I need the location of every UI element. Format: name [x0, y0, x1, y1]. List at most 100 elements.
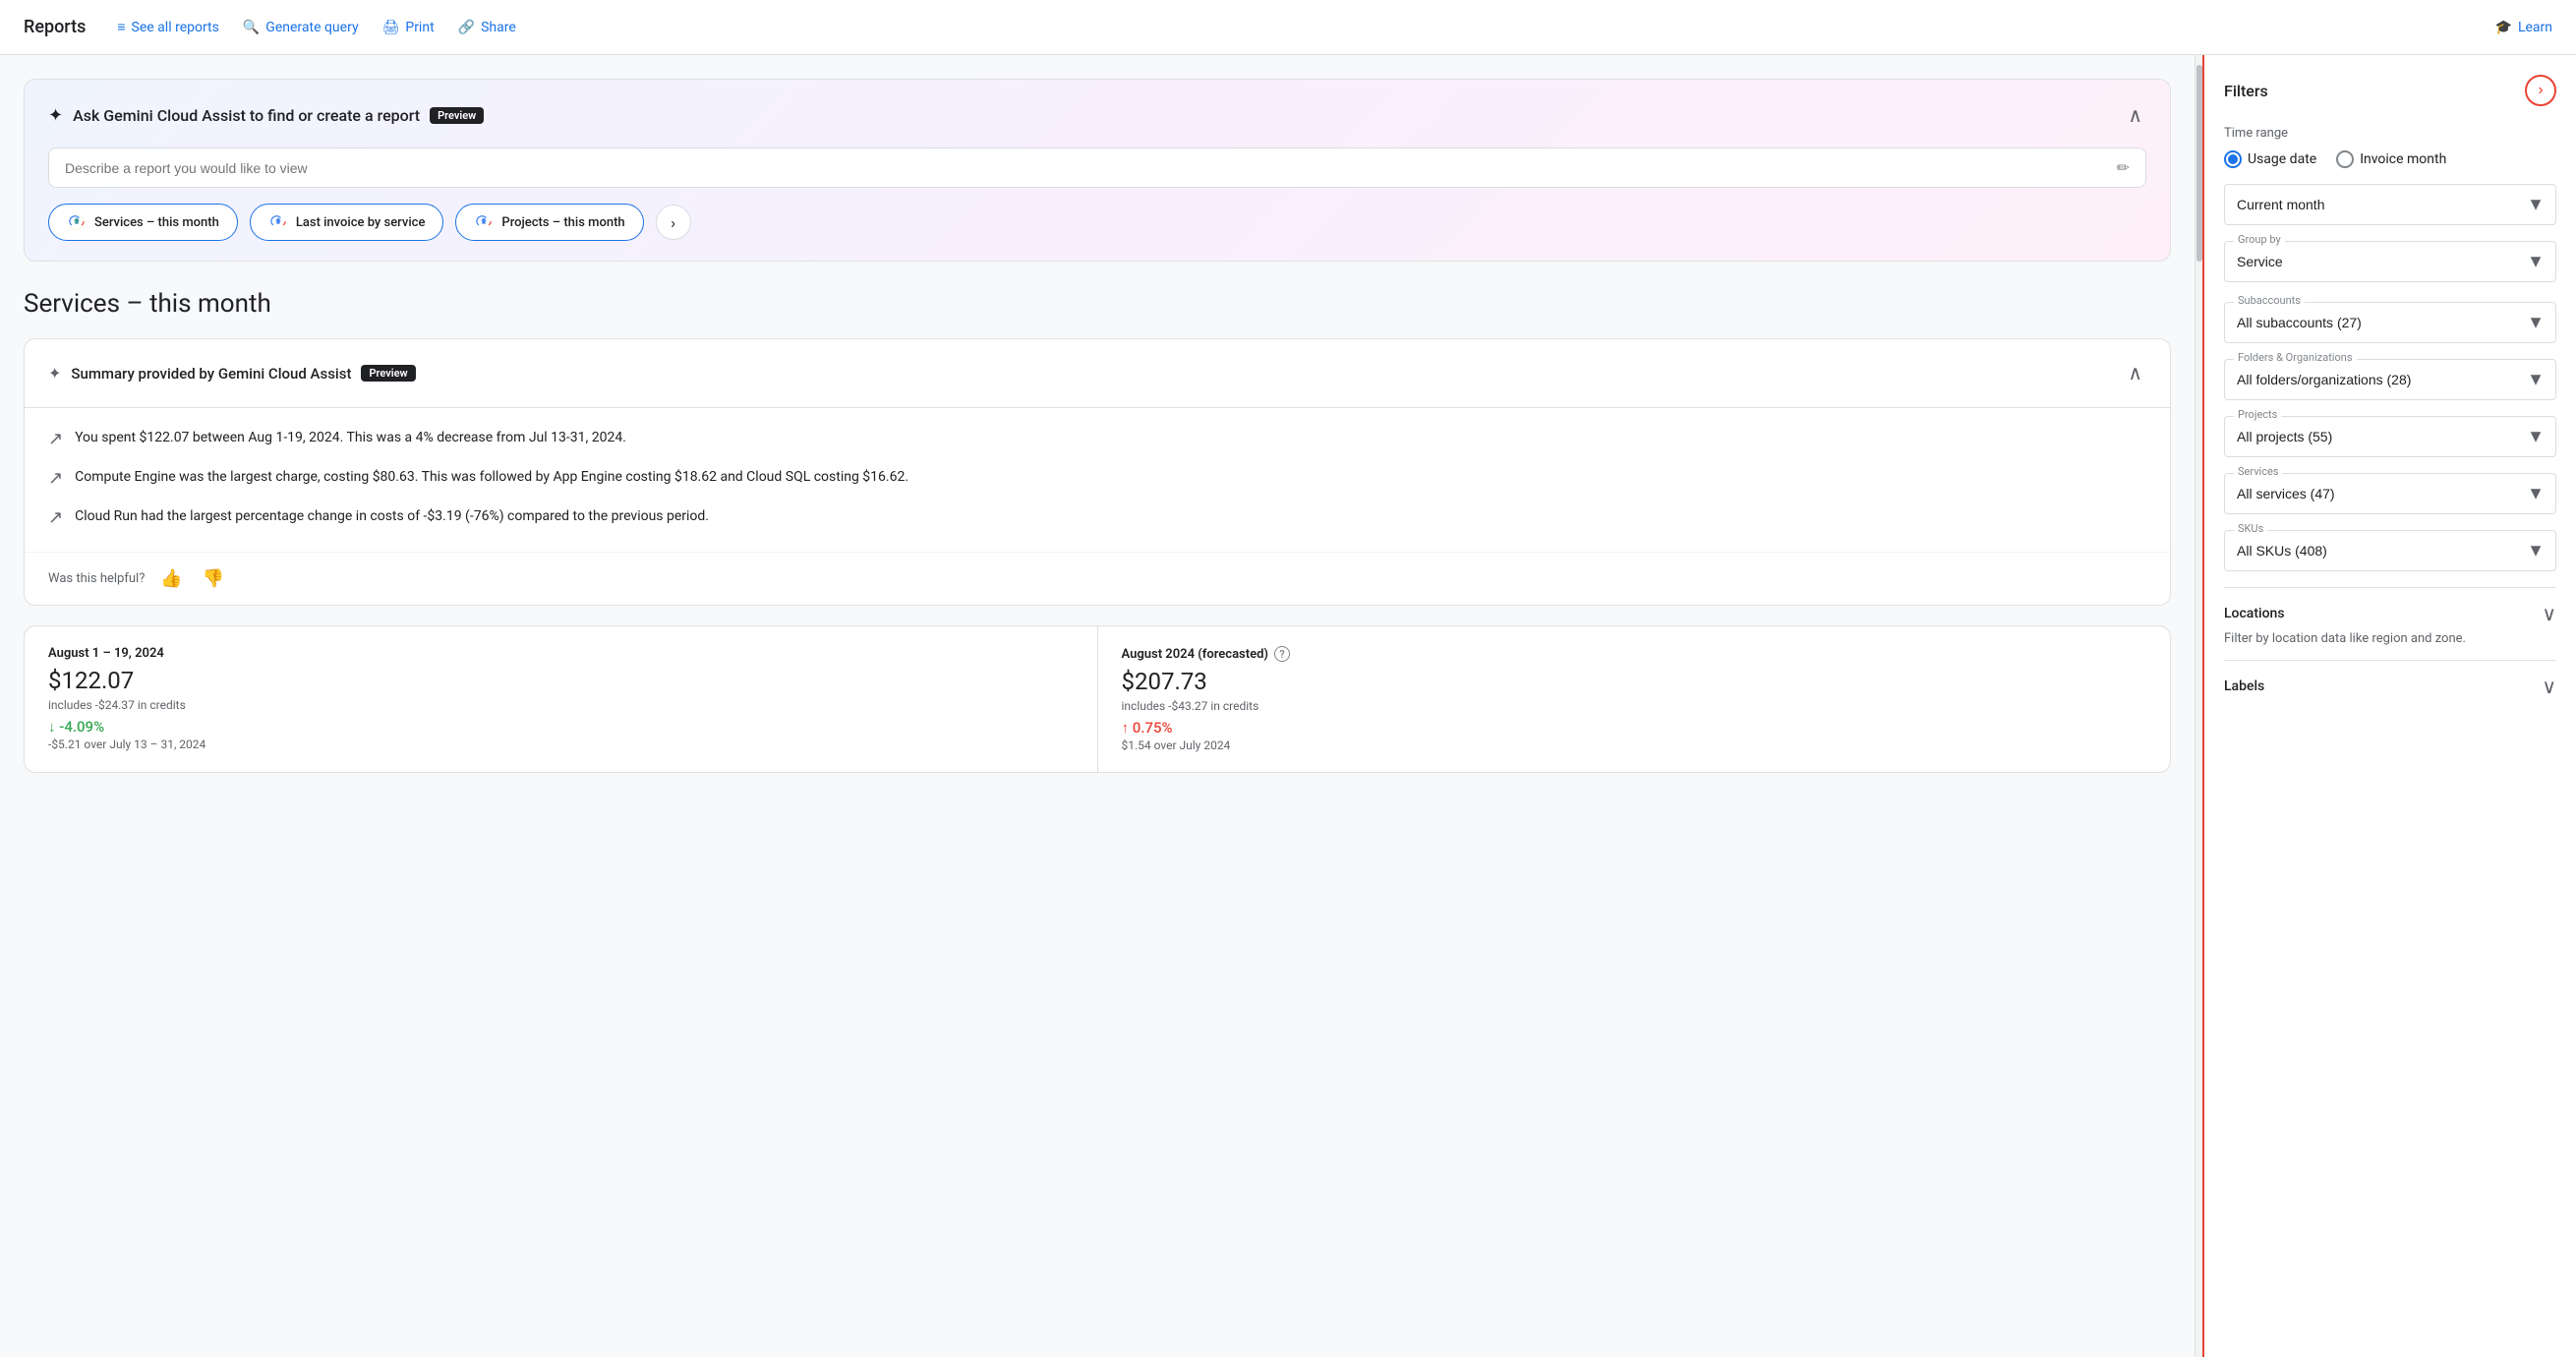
- group-by-select[interactable]: Service: [2224, 241, 2556, 282]
- time-range-label: Time range: [2224, 126, 2556, 141]
- learn-link[interactable]: 🎓 Learn: [2495, 20, 2553, 35]
- gemini-banner-header: ✦ Ask Gemini Cloud Assist to find or cre…: [48, 99, 2146, 132]
- trend-icon-3: ↗: [48, 507, 63, 528]
- stat-credits-right: includes -$43.27 in credits: [1122, 699, 2147, 713]
- gemini-banner-title: ✦ Ask Gemini Cloud Assist to find or cre…: [48, 105, 484, 126]
- print-icon: 🖨: [382, 20, 400, 35]
- projects-select[interactable]: All projects (55): [2224, 416, 2556, 457]
- page-header-title: Reports: [24, 17, 86, 37]
- gcp-icon-2: [268, 212, 288, 232]
- filters-title: Filters: [2224, 82, 2268, 100]
- feedback-label: Was this helpful?: [48, 571, 145, 586]
- stat-change-right: ↑ 0.75%: [1122, 719, 2147, 737]
- stats-row: August 1 – 19, 2024 $122.07 includes -$2…: [24, 625, 2171, 773]
- labels-chevron-icon: ∨: [2542, 675, 2556, 698]
- radio-group: Usage date Invoice month: [2224, 150, 2556, 168]
- labels-header[interactable]: Labels ∨: [2224, 675, 2556, 698]
- summary-item-1: ↗ You spent $122.07 between Aug 1-19, 20…: [48, 428, 2146, 449]
- subaccounts-label: Subaccounts: [2234, 294, 2305, 307]
- stat-credits-left: includes -$24.37 in credits: [48, 698, 1074, 712]
- learn-icon: 🎓: [2495, 20, 2512, 35]
- group-by-label: Group by: [2234, 233, 2285, 246]
- scrollbar[interactable]: [2195, 55, 2202, 1357]
- services-dropdown: Services All services (47) ▼: [2224, 473, 2556, 514]
- chevron-right-icon: ›: [2538, 82, 2543, 99]
- link-icon: 🔗: [458, 20, 475, 35]
- trend-icon-1: ↗: [48, 429, 63, 449]
- share-link[interactable]: 🔗 Share: [458, 20, 516, 35]
- gemini-search-input[interactable]: [65, 160, 2117, 176]
- gemini-banner: ✦ Ask Gemini Cloud Assist to find or cre…: [24, 79, 2171, 262]
- services-label: Services: [2234, 465, 2282, 478]
- sparkle-icon-2: ✦: [48, 364, 61, 383]
- suggestion-chips: Services – this month Last invoice by se…: [48, 204, 2146, 241]
- skus-dropdown: SKUs All SKUs (408) ▼: [2224, 530, 2556, 571]
- projects-label: Projects: [2234, 408, 2281, 421]
- subaccounts-dropdown: Subaccounts All subaccounts (27) ▼: [2224, 302, 2556, 343]
- chip-last-invoice[interactable]: Last invoice by service: [250, 204, 444, 241]
- invoice-month-option[interactable]: Invoice month: [2336, 150, 2446, 168]
- edit-icon: ✏: [2117, 158, 2130, 177]
- list-icon: ≡: [117, 19, 125, 35]
- skus-label: SKUs: [2234, 522, 2267, 535]
- folders-orgs-dropdown: Folders & Organizations All folders/orga…: [2224, 359, 2556, 400]
- page-title: Services – this month: [24, 289, 2171, 319]
- invoice-month-radio[interactable]: [2336, 150, 2354, 168]
- stat-block-right: August 2024 (forecasted) ? $207.73 inclu…: [1098, 626, 2171, 772]
- summary-collapse-button[interactable]: ∧: [2124, 357, 2146, 389]
- subaccounts-select[interactable]: All subaccounts (27): [2224, 302, 2556, 343]
- stat-amount-left: $122.07: [48, 667, 1074, 694]
- summary-card-title: ✦ Summary provided by Gemini Cloud Assis…: [48, 364, 416, 383]
- services-select[interactable]: All services (47): [2224, 473, 2556, 514]
- stat-change-detail-left: -$5.21 over July 13 – 31, 2024: [48, 738, 1074, 751]
- summary-item-2: ↗ Compute Engine was the largest charge,…: [48, 467, 2146, 489]
- stat-amount-right: $207.73: [1122, 668, 2147, 695]
- chip-projects[interactable]: Projects – this month: [455, 204, 643, 241]
- summary-preview-badge: Preview: [361, 365, 415, 382]
- skus-select[interactable]: All SKUs (408): [2224, 530, 2556, 571]
- summary-card: ✦ Summary provided by Gemini Cloud Assis…: [24, 338, 2171, 606]
- projects-dropdown: Projects All projects (55) ▼: [2224, 416, 2556, 457]
- stat-block-left: August 1 – 19, 2024 $122.07 includes -$2…: [25, 626, 1097, 772]
- generate-query-link[interactable]: 🔍 Generate query: [243, 20, 359, 35]
- preview-badge: Preview: [430, 107, 484, 124]
- labels-section: Labels ∨: [2224, 660, 2556, 712]
- gemini-input-row: ✏: [48, 148, 2146, 188]
- scrollbar-thumb: [2196, 65, 2202, 262]
- summary-card-body: ↗ You spent $122.07 between Aug 1-19, 20…: [25, 408, 2170, 548]
- folders-orgs-label: Folders & Organizations: [2234, 351, 2357, 364]
- group-by-dropdown: Group by Service ▼: [2224, 241, 2556, 282]
- gcp-icon: [67, 212, 87, 232]
- usage-date-option[interactable]: Usage date: [2224, 150, 2316, 168]
- chip-services[interactable]: Services – this month: [48, 204, 238, 241]
- search-icon: 🔍: [243, 20, 260, 35]
- locations-desc: Filter by location data like region and …: [2224, 631, 2556, 646]
- stat-date-left: August 1 – 19, 2024: [48, 646, 1074, 661]
- print-link[interactable]: 🖨 Print: [382, 20, 435, 35]
- content-area: ✦ Ask Gemini Cloud Assist to find or cre…: [0, 55, 2195, 1357]
- help-icon[interactable]: ?: [1274, 646, 1290, 662]
- summary-item-3: ↗ Cloud Run had the largest percentage c…: [48, 506, 2146, 528]
- top-header: Reports ≡ See all reports 🔍 Generate que…: [0, 0, 2576, 55]
- thumbs-up-button[interactable]: 👍: [156, 564, 186, 593]
- stat-change-detail-right: $1.54 over July 2024: [1122, 738, 2147, 752]
- thumbs-down-button[interactable]: 👎: [199, 564, 228, 593]
- locations-chevron-icon: ∨: [2542, 602, 2556, 625]
- time-period-select[interactable]: Current month: [2224, 184, 2556, 225]
- filters-panel: Filters › Time range Usage date Invoice …: [2202, 55, 2576, 1357]
- feedback-row: Was this helpful? 👍 👎: [25, 552, 2170, 605]
- trend-icon-2: ↗: [48, 468, 63, 489]
- summary-card-header: ✦ Summary provided by Gemini Cloud Assis…: [25, 339, 2170, 408]
- see-all-reports-link[interactable]: ≡ See all reports: [117, 19, 218, 35]
- main-layout: ✦ Ask Gemini Cloud Assist to find or cre…: [0, 55, 2576, 1357]
- folders-orgs-select[interactable]: All folders/organizations (28): [2224, 359, 2556, 400]
- usage-date-radio[interactable]: [2224, 150, 2242, 168]
- collapse-panel-button[interactable]: ›: [2525, 75, 2556, 106]
- locations-header[interactable]: Locations ∨: [2224, 602, 2556, 625]
- locations-section: Locations ∨ Filter by location data like…: [2224, 587, 2556, 660]
- collapse-button[interactable]: ∧: [2124, 99, 2146, 132]
- gcp-icon-3: [474, 212, 494, 232]
- stat-change-left: ↓ -4.09%: [48, 718, 1074, 736]
- chips-next-button[interactable]: ›: [656, 205, 691, 240]
- sparkle-icon: ✦: [48, 105, 63, 126]
